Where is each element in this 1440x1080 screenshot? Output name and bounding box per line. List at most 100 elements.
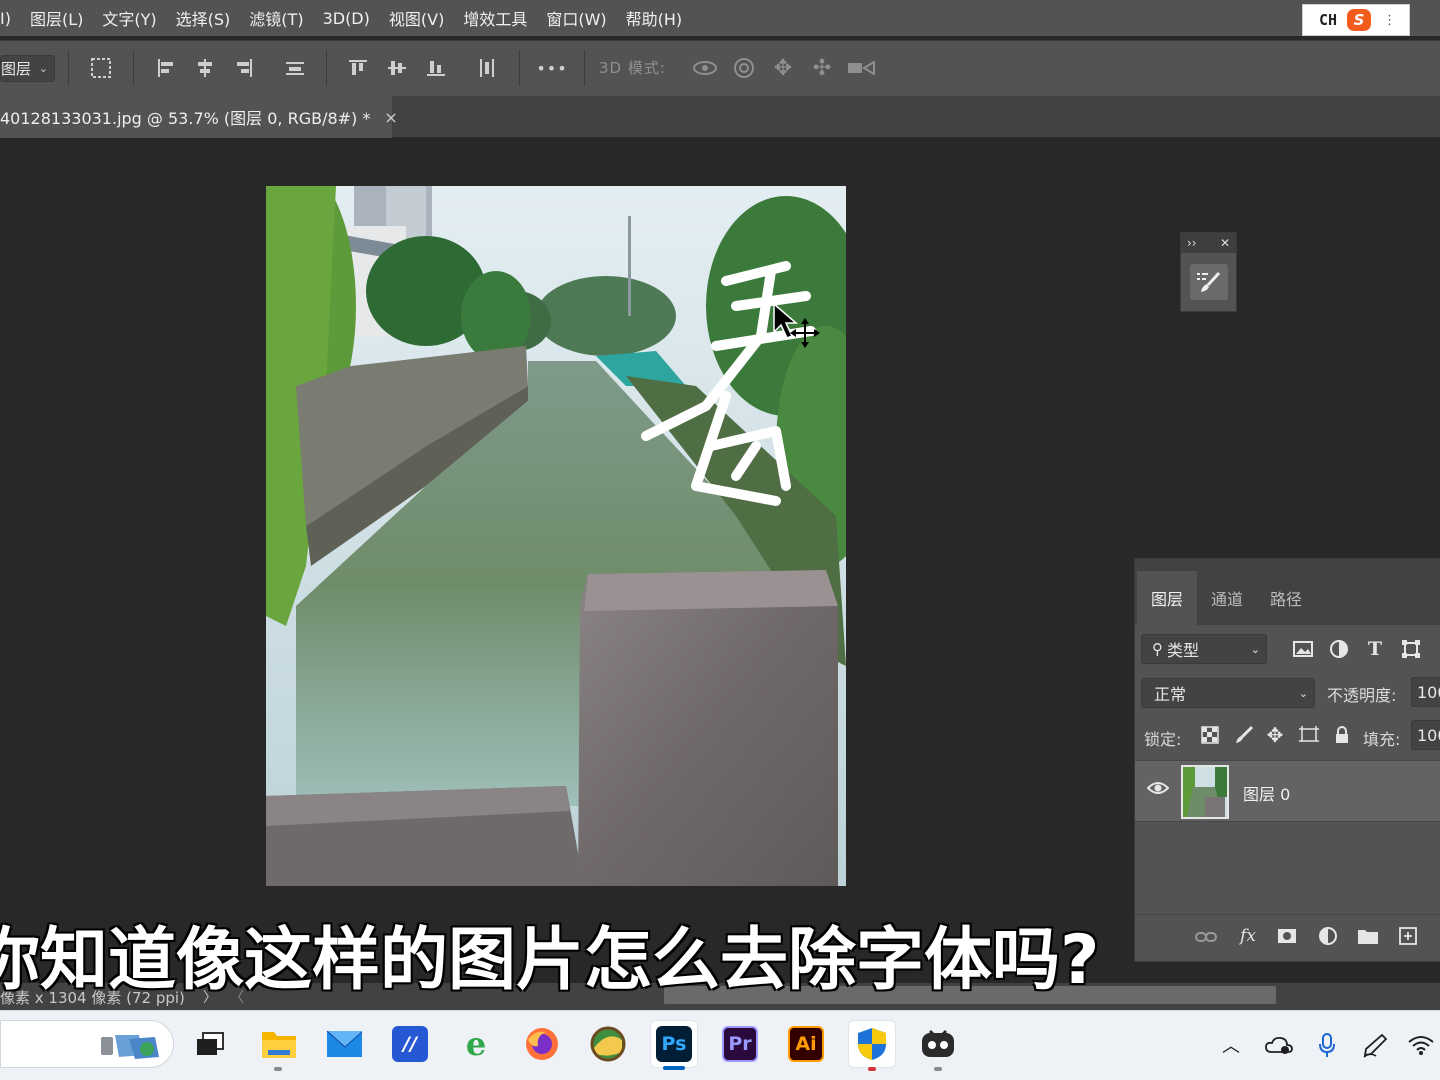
auto-select-dropdown[interactable]: 图层 ⌄ (0, 55, 55, 82)
tab-layers[interactable]: 图层 (1137, 571, 1197, 625)
new-group-folder-icon[interactable] (1355, 923, 1381, 949)
pen-menu-icon[interactable] (1360, 1030, 1390, 1060)
running-indicator (934, 1067, 942, 1071)
3d-slide-icon[interactable]: ✣ (807, 53, 837, 83)
link-layers-icon[interactable] (1193, 924, 1219, 950)
lock-all-icon[interactable] (1329, 722, 1355, 748)
fill-input[interactable]: 100 (1411, 720, 1440, 750)
taskbar-app-premiere[interactable]: Pr (716, 1020, 764, 1068)
align-middle-icon[interactable] (382, 53, 412, 83)
3d-scale-icon[interactable] (846, 53, 876, 83)
distribute-icon[interactable] (280, 53, 310, 83)
video-subtitle: 你知道像这样的图片怎么去除字体吗? (0, 921, 1100, 1000)
taskbar-app-firefox[interactable] (518, 1020, 566, 1068)
show-hidden-icons-chevron-icon[interactable]: ︿ (1216, 1030, 1246, 1060)
filter-adjustment-icon[interactable] (1326, 636, 1352, 662)
chevron-down-icon: ⌄ (38, 62, 48, 75)
lock-artboard-icon[interactable] (1296, 722, 1322, 748)
brush-icon (1196, 271, 1220, 292)
ime-expand-icon[interactable]: ⋮ (1383, 13, 1396, 28)
photoshop-icon: Ps (656, 1026, 692, 1062)
menu-item-filter[interactable]: 滤镜(T) (249, 6, 303, 30)
distribute-vertical-icon[interactable] (472, 53, 502, 83)
menu-item-help[interactable]: 帮助(H) (626, 6, 683, 30)
layer-style-fx-icon[interactable]: fx (1235, 923, 1261, 949)
expand-panel-icon[interactable]: ›› (1187, 236, 1197, 250)
menu-item-select[interactable]: 选择(S) (176, 6, 231, 30)
taskbar-app-file-explorer[interactable] (254, 1020, 302, 1068)
blend-mode-dropdown[interactable]: 正常 ⌄ (1141, 678, 1315, 708)
menu-item-image[interactable]: I) (0, 9, 11, 28)
chevron-down-icon: ⌄ (1298, 686, 1308, 700)
opacity-input[interactable]: 100 (1411, 677, 1440, 707)
lock-transparency-icon[interactable] (1197, 722, 1223, 748)
brush-settings-button[interactable] (1189, 264, 1228, 300)
tab-channels[interactable]: 通道 (1197, 571, 1257, 625)
new-layer-icon[interactable] (1395, 923, 1421, 949)
onedrive-icon[interactable] (1264, 1030, 1294, 1060)
photo-app-icon (590, 1026, 626, 1062)
3d-orbit-icon[interactable] (690, 53, 720, 83)
layer-name[interactable]: 图层 0 (1243, 781, 1290, 805)
taskbar-app-photo[interactable] (584, 1020, 632, 1068)
filter-pixel-icon[interactable] (1290, 636, 1316, 662)
layer-filter-value: 类型 (1167, 641, 1200, 660)
new-adjustment-icon[interactable] (1315, 923, 1341, 949)
taskbar-app-mail[interactable] (320, 1020, 368, 1068)
align-bottom-icon[interactable] (421, 53, 451, 83)
mode-3d-label: 3D 模式: (599, 59, 666, 77)
align-right-icon[interactable] (229, 53, 259, 83)
align-top-icon[interactable] (343, 53, 373, 83)
taskbar-app-illustrator[interactable]: Ai (782, 1020, 830, 1068)
shield-icon (854, 1026, 890, 1062)
close-tab-icon[interactable]: × (384, 108, 397, 127)
firefox-icon (524, 1026, 560, 1062)
separator (584, 50, 585, 86)
menu-item-view[interactable]: 视图(V) (389, 6, 444, 30)
add-mask-icon[interactable] (1274, 923, 1300, 949)
menu-item-window[interactable]: 窗口(W) (546, 6, 606, 30)
taskbar-app-photoshop[interactable]: Ps (650, 1020, 698, 1068)
visibility-eye-icon[interactable] (1146, 780, 1170, 800)
menu-item-plugins[interactable]: 增效工具 (463, 6, 527, 30)
filter-type-icon[interactable]: T (1362, 636, 1388, 662)
document-tab[interactable]: 40128133031.jpg @ 53.7% (图层 0, RGB/8#) *… (0, 96, 398, 138)
folder-icon (260, 1026, 296, 1062)
taskbar-app-ie[interactable]: e (452, 1020, 500, 1068)
tab-paths[interactable]: 路径 (1257, 571, 1315, 625)
taskbar-app-game[interactable] (914, 1020, 962, 1068)
layer-row[interactable]: 图层 0 (1135, 760, 1440, 822)
taskbar-search-box[interactable] (0, 1020, 174, 1068)
menu-item-type[interactable]: 文字(Y) (102, 6, 156, 30)
menu-item-3d[interactable]: 3D(D) (323, 9, 370, 28)
transform-controls-icon[interactable] (86, 53, 116, 83)
align-center-icon[interactable] (190, 53, 220, 83)
filter-shape-icon[interactable] (1398, 636, 1424, 662)
align-left-icon[interactable] (151, 53, 181, 83)
taskbar-app-task-view[interactable] (186, 1020, 234, 1068)
search-icon: ⚲ (1152, 640, 1163, 658)
layer-filter-dropdown[interactable]: ⚲ 类型 ⌄ (1141, 634, 1267, 664)
3d-roll-icon[interactable] (729, 53, 759, 83)
document-canvas[interactable] (266, 186, 846, 886)
auto-select-value: 图层 (1, 60, 32, 78)
close-panel-icon[interactable]: ✕ (1220, 236, 1230, 250)
lock-paint-icon[interactable] (1231, 722, 1257, 748)
menu-item-layer[interactable]: 图层(L) (30, 6, 83, 30)
wifi-icon[interactable] (1406, 1030, 1436, 1060)
3d-pan-icon[interactable]: ✥ (768, 53, 798, 83)
more-options-icon[interactable]: ••• (536, 53, 567, 83)
separator (519, 50, 520, 86)
layers-panel-tabs: 图层 通道 路径 (1135, 559, 1440, 625)
document-title: 40128133031.jpg @ 53.7% (图层 0, RGB/8#) * (0, 109, 371, 128)
fill-label: 填充: (1363, 730, 1401, 749)
mail-icon (326, 1026, 362, 1062)
ime-status[interactable]: CH S ⋮ (1302, 4, 1410, 36)
taskbar-app-pen[interactable]: // (386, 1020, 434, 1068)
microphone-icon[interactable] (1312, 1030, 1342, 1060)
brush-settings-mini-panel: ›› ✕ (1180, 232, 1237, 312)
layer-thumbnail (1181, 765, 1229, 819)
lock-position-icon[interactable]: ✥ (1262, 722, 1288, 748)
taskbar-app-security[interactable] (848, 1020, 896, 1068)
search-highlight-icon (99, 1029, 165, 1065)
